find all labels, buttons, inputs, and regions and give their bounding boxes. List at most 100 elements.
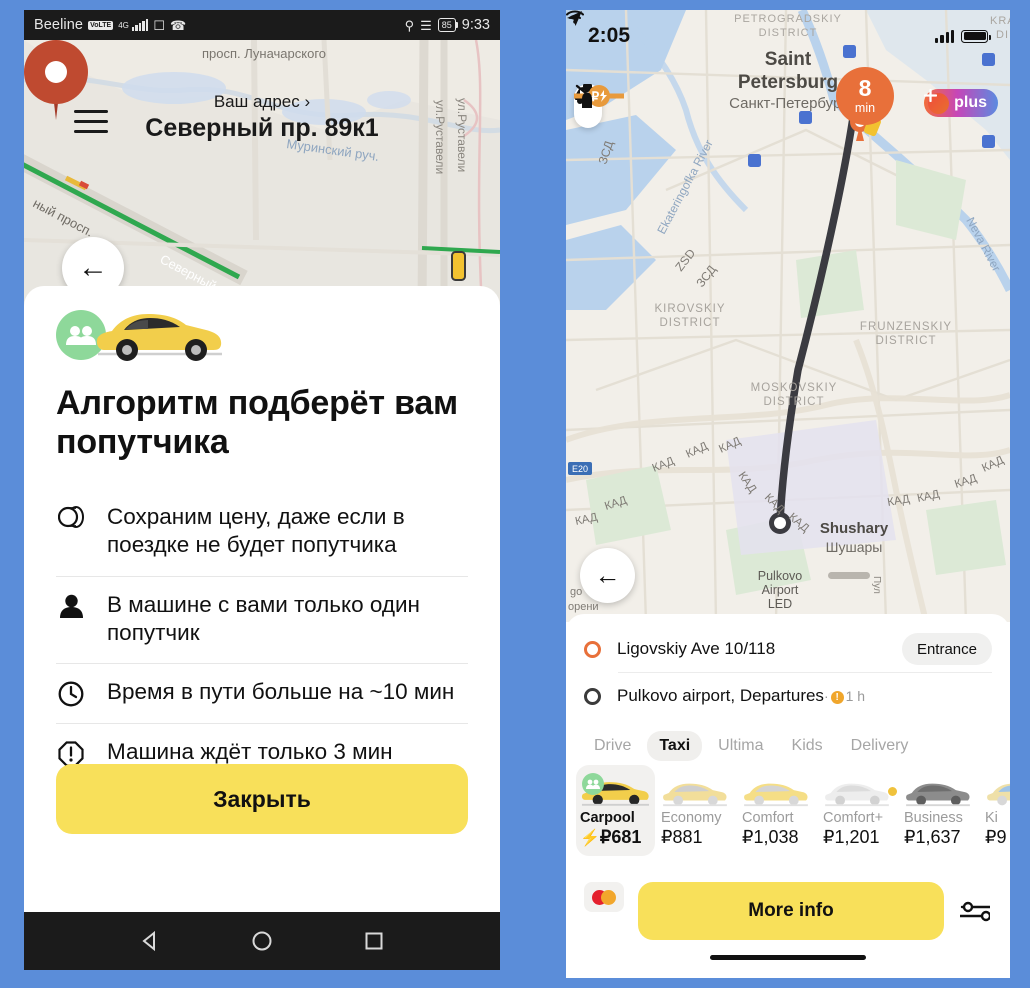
tariff-name: Business <box>904 810 963 826</box>
svg-text:E20: E20 <box>572 464 588 474</box>
tariff-business[interactable]: Business ₽1,637 <box>900 765 979 856</box>
tariff-comfort-plus[interactable]: Comfort+ ₽1,201 <box>819 765 898 856</box>
volte-badge: VoLTE <box>88 20 114 30</box>
map-mode-controls[interactable]: ₽ <box>574 84 624 128</box>
menu-button[interactable] <box>74 110 108 134</box>
location-icon: ⚲ <box>404 17 415 33</box>
plus-badge[interactable]: plus <box>924 89 998 117</box>
status-clock: 9:33 <box>461 17 490 33</box>
dropoff-row[interactable]: Pulkovo airport, Departures·! 1 h <box>566 673 1010 719</box>
clock-icon <box>56 678 86 707</box>
svg-text:ул.Руставели: ул.Руставели <box>433 100 447 174</box>
tab-taxi[interactable]: Taxi <box>647 731 703 761</box>
whatsapp-icon: ☎ <box>170 17 187 33</box>
network-type-label: 4G <box>118 20 129 30</box>
tariff-economy[interactable]: Economy ₽881 <box>657 765 736 856</box>
hero-illustration <box>56 308 226 370</box>
svg-text:орени: орени <box>568 601 599 613</box>
left-map[interactable]: просп. Луначарского Муринский руч. ул.Ру… <box>24 40 500 308</box>
tariff-comfort[interactable]: Comfort ₽1,038 <box>738 765 817 856</box>
tab-drive[interactable]: Drive <box>582 731 643 761</box>
car-silhouette-icon <box>825 783 889 807</box>
dropoff-line: Pulkovo airport, Departures·! 1 h <box>617 686 992 706</box>
pickup-row[interactable]: Ligovskiy Ave 10/118 Entrance <box>566 626 1010 672</box>
entrance-button[interactable]: Entrance <box>901 633 992 665</box>
svg-text:Pulkovo: Pulkovo <box>758 569 803 583</box>
feature-text: Машина ждёт только 3 мин <box>107 739 393 765</box>
car-silhouette-icon <box>987 783 1010 806</box>
tariff-price: ₽881 <box>661 827 703 847</box>
tariff-name: Ki <box>985 810 998 826</box>
tariff-carpool[interactable]: Carpool ⚡₽681 <box>576 765 655 856</box>
svg-text:DISTRICT: DISTRICT <box>875 335 936 347</box>
more-info-button[interactable]: More info <box>638 882 944 940</box>
hail-person-icon[interactable] <box>574 84 598 108</box>
nav-recents-square-icon[interactable] <box>362 929 386 953</box>
cellular-icon <box>935 29 954 43</box>
svg-text:Airport: Airport <box>762 583 799 597</box>
ride-settings-button[interactable] <box>958 882 992 940</box>
right-phone-screen: PETROGRADSKIY DISTRICT KRASNO DI Saint P… <box>566 10 1010 978</box>
sliders-icon <box>960 901 990 922</box>
dropoff-marker-icon <box>584 687 601 705</box>
order-action-bar: More info <box>566 868 1010 978</box>
nav-back-triangle-icon[interactable] <box>138 929 162 953</box>
surge-dot-icon <box>888 787 897 796</box>
svg-text:FRUNZENSKIY: FRUNZENSKIY <box>860 321 952 333</box>
tariff-price: ₽1,637 <box>904 827 961 847</box>
status-bar-left: Beeline VoLTE 4G ☐ ☎ <box>34 17 186 33</box>
right-map[interactable]: PETROGRADSKIY DISTRICT KRASNO DI Saint P… <box>566 10 1010 622</box>
feature-list: Сохраним цену, даже если в поездке не бу… <box>56 489 468 783</box>
map-back-button[interactable]: ← <box>580 548 635 603</box>
tariff-car-image <box>823 771 897 807</box>
warning-octagon-icon <box>56 738 86 767</box>
close-button-area: Закрыть <box>24 764 500 834</box>
ios-clock: 2:05 <box>588 24 631 47</box>
carpool-badge-icon <box>582 773 604 795</box>
left-phone-screen: Beeline VoLTE 4G ☐ ☎ ⚲ ☰ 85 9:33 просп. … <box>24 10 500 970</box>
svg-text:Petersburg: Petersburg <box>738 72 838 93</box>
feature-item: Время в пути больше на ~10 мин <box>56 663 468 723</box>
tariff-kids[interactable]: Ki ₽9 <box>981 765 1010 856</box>
bolt-icon: ⚡ <box>580 830 600 847</box>
dropoff-separator: · <box>823 688 829 704</box>
nav-home-circle-icon[interactable] <box>250 929 274 953</box>
plus-label: plus <box>954 94 987 111</box>
eta-unit: min <box>854 101 876 116</box>
tab-delivery[interactable]: Delivery <box>839 731 921 761</box>
tab-ultima[interactable]: Ultima <box>706 731 775 761</box>
feature-text: Время в пути больше на ~10 мин <box>107 679 455 705</box>
ios-status-right <box>566 10 991 43</box>
car-silhouette-icon <box>906 783 970 807</box>
vibrate-icon: ☰ <box>420 17 432 33</box>
carrier-label: Beeline <box>34 17 84 33</box>
svg-text:Shushary: Shushary <box>820 520 889 537</box>
tariff-name: Carpool <box>580 810 635 826</box>
tariff-car-image <box>580 771 651 807</box>
sheet-title: Алгоритм подберёт вам попутчика <box>56 384 458 462</box>
feature-item: Сохраним цену, даже если в поездке не бу… <box>56 489 468 576</box>
battery-full-icon <box>961 29 991 43</box>
car-silhouette-icon <box>663 783 727 807</box>
tariff-car-image <box>661 771 732 807</box>
status-bar-right: ⚲ ☰ 85 9:33 <box>405 17 490 33</box>
tariff-name: Economy <box>661 810 722 826</box>
battery-level: 85 <box>437 18 459 32</box>
payment-method-button[interactable] <box>584 882 624 912</box>
close-button[interactable]: Закрыть <box>56 764 468 834</box>
svg-text:ул.Руставели: ул.Руставели <box>455 98 469 172</box>
tariff-list[interactable]: Carpool ⚡₽681 Economy ₽881 Comfort ₽1,03… <box>566 763 1010 856</box>
tariff-price: ₽681 <box>599 827 642 847</box>
svg-text:go: go <box>570 586 582 598</box>
tariff-price: ₽1,201 <box>823 827 880 847</box>
feature-item: В машине с вами только один попутчик <box>56 575 468 664</box>
wifi-icon <box>566 10 584 24</box>
pickup-address: Ligovskiy Ave 10/118 <box>617 639 776 658</box>
svg-text:KIROVSKIY: KIROVSKIY <box>655 303 726 315</box>
tariff-car-image <box>904 771 975 807</box>
tab-kids[interactable]: Kids <box>780 731 835 761</box>
carpool-info-sheet: Алгоритм подберёт вам попутчика Сохраним… <box>24 286 500 920</box>
feature-text: Сохраним цену, даже если в поездке не бу… <box>107 503 405 558</box>
ios-status-bar: 2:05 <box>566 10 1010 62</box>
tariff-price-row: ⚡₽681 <box>580 827 651 848</box>
